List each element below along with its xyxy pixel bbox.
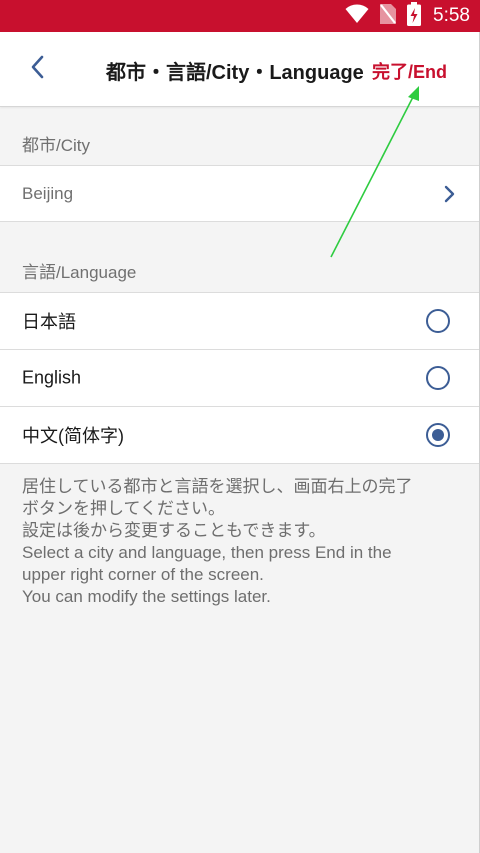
radio-selected-dot — [432, 429, 444, 441]
app-header: 都市・言語/City・Language 完了/End — [0, 32, 480, 107]
radio-unselected[interactable] — [426, 309, 450, 333]
language-option-label: English — [22, 367, 82, 388]
back-button[interactable] — [22, 54, 52, 84]
chevron-left-icon — [30, 55, 44, 83]
settings-screen: 5:58 都市・言語/City・Language 完了/End 都市/City … — [0, 0, 480, 853]
chevron-right-icon — [442, 184, 456, 204]
language-section-label: 言語/Language — [22, 263, 137, 282]
battery-charging-icon — [407, 2, 422, 30]
selected-city: Beijing — [22, 183, 74, 203]
status-time: 5:58 — [433, 5, 470, 26]
divider — [0, 463, 480, 464]
help-line: upper right corner of the screen. — [22, 565, 264, 584]
done-button[interactable]: 完了/End — [372, 58, 447, 84]
status-icons: 5:58 — [345, 0, 470, 32]
language-option-label: 中文(简体字) — [22, 426, 124, 446]
language-option-chinese[interactable]: 中文(简体字) — [0, 406, 480, 463]
divider — [0, 221, 480, 222]
language-option-japanese[interactable]: 日本語 — [0, 292, 480, 349]
help-line: You can modify the settings later. — [22, 587, 271, 606]
wifi-icon — [345, 4, 369, 28]
language-option-label: 日本語 — [22, 312, 76, 332]
help-line: 居住している都市と言語を選択し、画面右上の完了 — [22, 477, 413, 496]
city-section-label: 都市/City — [22, 136, 90, 155]
radio-unselected[interactable] — [426, 366, 450, 390]
city-row[interactable]: Beijing — [0, 165, 480, 221]
help-line: 設定は後から変更することもできます。 — [22, 521, 326, 540]
radio-selected[interactable] — [426, 423, 450, 447]
language-option-english[interactable]: English — [0, 349, 480, 406]
help-line: ボタンを押してください。 — [22, 499, 225, 518]
help-text: 居住している都市と言語を選択し、画面右上の完了 ボタンを押してください。 設定は… — [22, 476, 462, 608]
help-line: Select a city and language, then press E… — [22, 543, 392, 562]
status-bar: 5:58 — [0, 0, 480, 32]
page-title: 都市・言語/City・Language — [106, 62, 364, 84]
no-sim-icon — [379, 3, 397, 29]
